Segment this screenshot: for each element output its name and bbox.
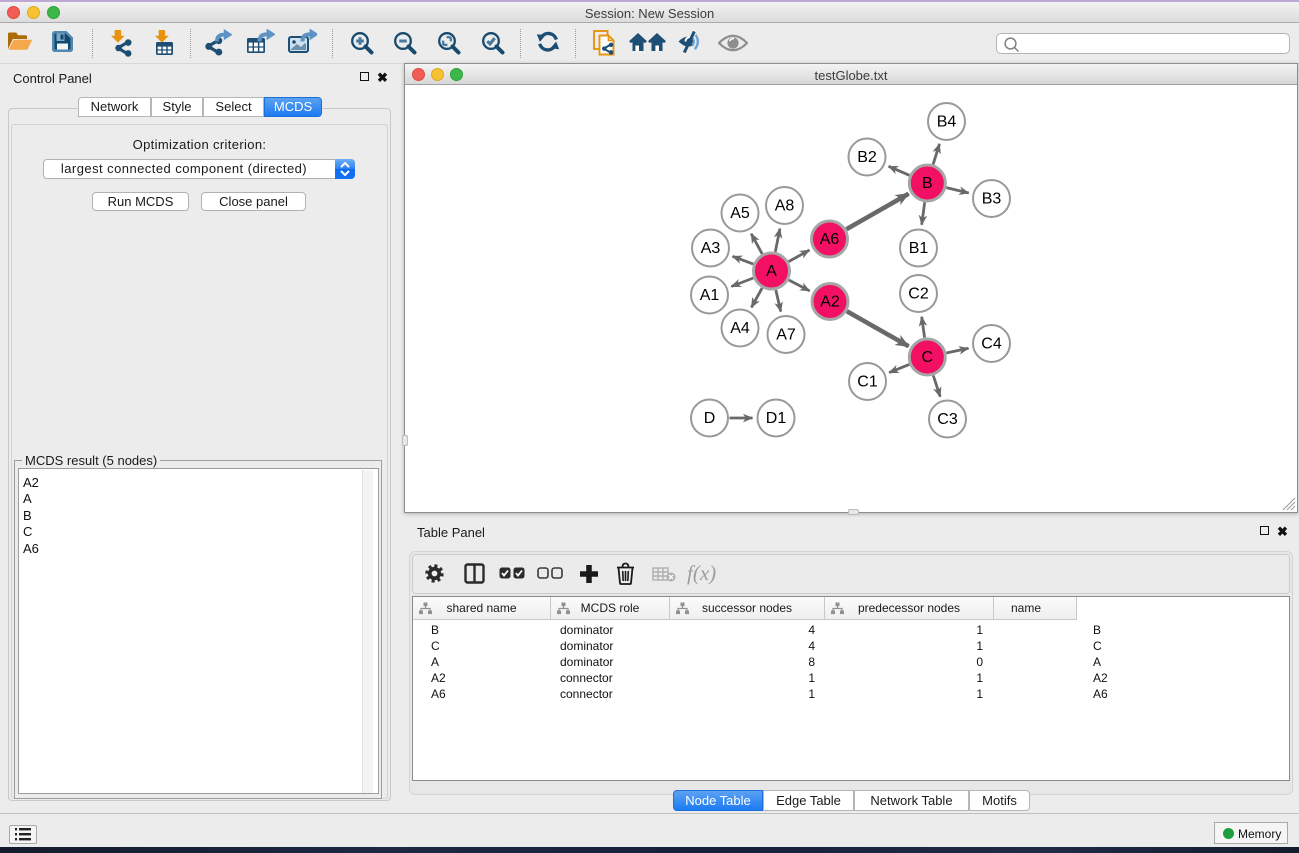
svg-text:C3: C3: [937, 411, 958, 428]
svg-text:A6: A6: [820, 231, 840, 248]
svg-text:B1: B1: [909, 240, 929, 257]
svg-text:B3: B3: [982, 191, 1002, 208]
svg-text:C2: C2: [908, 286, 929, 303]
svg-text:A2: A2: [820, 294, 840, 311]
svg-text:B: B: [922, 175, 933, 192]
svg-text:A5: A5: [730, 205, 750, 222]
svg-text:C4: C4: [981, 336, 1002, 353]
svg-text:A1: A1: [700, 287, 720, 304]
svg-text:C1: C1: [857, 374, 878, 391]
svg-text:D: D: [704, 410, 716, 427]
svg-text:B2: B2: [857, 149, 877, 166]
svg-text:A7: A7: [776, 327, 796, 344]
svg-text:C: C: [922, 349, 934, 366]
svg-text:D1: D1: [766, 410, 787, 427]
svg-text:A4: A4: [730, 320, 750, 337]
svg-text:A: A: [766, 263, 777, 280]
svg-text:A3: A3: [701, 240, 721, 257]
svg-text:B4: B4: [937, 114, 957, 131]
svg-text:A8: A8: [775, 198, 795, 215]
